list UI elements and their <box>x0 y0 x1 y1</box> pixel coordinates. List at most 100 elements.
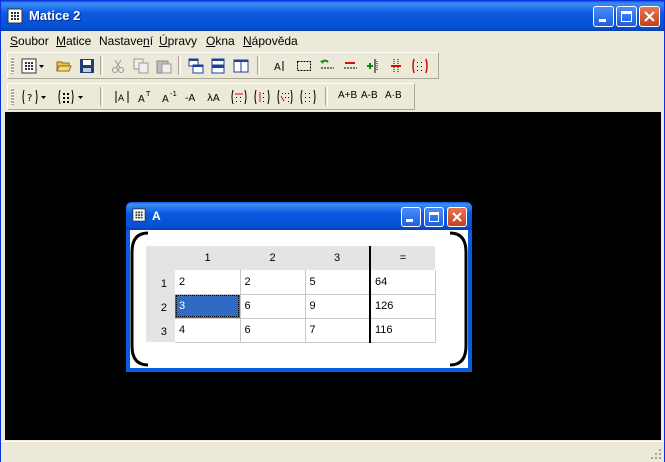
matrix-window-title-bar[interactable]: A <box>126 202 472 230</box>
rank-button[interactable] <box>297 87 317 106</box>
tile-horizontal-icon <box>211 58 225 74</box>
insert-column-button[interactable] <box>363 56 383 75</box>
determinant-button[interactable]: A <box>112 87 132 106</box>
new-matrix-icon <box>21 58 37 74</box>
column-header[interactable]: 1 <box>175 246 240 270</box>
matrix-type-dropdown-button[interactable] <box>76 87 86 106</box>
matrix-cell[interactable]: 6 <box>240 294 306 319</box>
matrix-close-button[interactable] <box>447 207 467 227</box>
inverse-button[interactable]: A -1 <box>159 87 179 106</box>
matrix-cell[interactable]: 5 <box>305 270 371 295</box>
transpose-icon: AT <box>138 90 151 105</box>
paste-icon <box>156 60 172 74</box>
close-icon <box>644 11 655 22</box>
tile-horizontal-button[interactable] <box>208 56 228 75</box>
delete-column-icon <box>391 59 401 73</box>
swap-rows-button[interactable] <box>317 56 337 75</box>
paste-button[interactable] <box>154 56 174 75</box>
gauss-elimination-button[interactable] <box>274 87 294 106</box>
dropdown-arrow-icon <box>39 65 44 68</box>
main-window: Matice 2 Soubor Matice Nastavení Úpravy … <box>0 0 665 462</box>
menu-napoveda[interactable]: Nápověda <box>243 34 298 48</box>
tile-vertical-icon <box>233 59 249 73</box>
menu-upravy[interactable]: Úpravy <box>159 34 197 48</box>
insert-column-icon <box>367 59 378 73</box>
help-dropdown-button[interactable] <box>39 87 49 106</box>
delete-column-button[interactable] <box>386 56 406 75</box>
matrix-brackets-button[interactable] <box>409 56 429 75</box>
add-matrices-button[interactable]: A+B <box>338 90 357 101</box>
help-matrix-button[interactable]: ? <box>19 87 39 106</box>
matrix-cell[interactable]: 7 <box>305 318 371 343</box>
cut-icon <box>112 59 124 73</box>
transpose-button[interactable]: AT <box>135 87 155 106</box>
row-header[interactable]: 3 <box>146 318 175 342</box>
svg-text:A: A <box>138 94 145 105</box>
cascade-windows-icon <box>188 58 204 74</box>
matrix-minimize-button[interactable] <box>401 207 421 227</box>
maximize-button[interactable] <box>616 6 637 27</box>
toolbar-grip[interactable] <box>11 88 14 105</box>
matrix-type-button[interactable] <box>55 87 75 106</box>
subtract-matrices-button[interactable]: A-B <box>361 90 378 101</box>
row-header[interactable]: 2 <box>146 294 175 318</box>
equals-column-header[interactable]: = <box>369 246 435 270</box>
inverse-icon: A -1 <box>162 90 177 105</box>
menu-nastaveni[interactable]: Nastavení <box>99 34 153 48</box>
matrix-cell[interactable]: 9 <box>305 294 371 319</box>
svg-text:T: T <box>145 90 151 98</box>
svg-text:λA: λA <box>207 93 220 104</box>
right-side-cell[interactable]: 116 <box>369 318 436 343</box>
matrix-cell[interactable]: 6 <box>240 318 306 343</box>
cut-button[interactable] <box>108 56 128 75</box>
negate-button[interactable]: -A <box>182 87 202 106</box>
toolbar-grip[interactable] <box>11 57 14 74</box>
open-folder-icon <box>56 61 72 72</box>
matrix-window-a[interactable]: A 1 2 3 = 1 2 2 5 64 2 3 6 9 126 3 4 6 7… <box>126 202 472 372</box>
menu-soubor[interactable]: Soubor <box>10 34 49 48</box>
copy-icon <box>133 58 149 74</box>
insert-text-button[interactable]: A <box>271 56 291 75</box>
title-bar[interactable]: Matice 2 <box>1 1 664 31</box>
cascade-windows-button[interactable] <box>186 56 206 75</box>
tile-vertical-button[interactable] <box>231 56 251 75</box>
column-operation-button[interactable] <box>251 87 271 106</box>
close-button[interactable] <box>639 6 660 27</box>
matrix-cell[interactable]: 4 <box>175 318 241 343</box>
swap-rows-icon <box>320 59 334 69</box>
swap-columns-icon <box>344 62 357 69</box>
toolbar-separator <box>100 56 103 75</box>
open-button[interactable] <box>54 56 74 75</box>
row-header[interactable]: 1 <box>146 270 175 294</box>
table-row: 3 4 6 7 116 <box>146 318 436 343</box>
minimize-button[interactable] <box>593 6 614 27</box>
new-matrix-button[interactable] <box>19 56 39 75</box>
question-brackets-icon: ? <box>22 89 38 105</box>
resize-grip-icon[interactable] <box>650 448 662 460</box>
row-operation-button[interactable] <box>228 87 248 106</box>
scalar-multiply-button[interactable]: λA <box>205 87 225 106</box>
matrix-editor: 1 2 3 = 1 2 2 5 64 2 3 6 9 126 3 4 6 7 1… <box>130 230 468 368</box>
column-header[interactable]: 2 <box>240 246 305 270</box>
matrix-cell[interactable]: 2 <box>240 270 306 295</box>
dropdown-arrow-icon <box>41 96 46 99</box>
menu-matice[interactable]: Matice <box>56 34 91 48</box>
right-side-cell[interactable]: 64 <box>369 270 436 295</box>
swap-columns-button[interactable] <box>340 56 360 75</box>
column-header[interactable]: 3 <box>305 246 370 270</box>
save-button[interactable] <box>77 56 97 75</box>
select-area-button[interactable] <box>294 56 314 75</box>
svg-text:-1: -1 <box>170 90 177 98</box>
save-icon <box>80 59 94 73</box>
determinant-icon: A <box>115 91 129 104</box>
copy-button[interactable] <box>131 56 151 75</box>
multiply-matrices-button[interactable]: A·B <box>385 90 402 101</box>
right-side-cell[interactable]: 126 <box>369 294 436 319</box>
matrix-maximize-button[interactable] <box>424 207 444 227</box>
matrix-cell[interactable]: 2 <box>175 270 241 295</box>
new-dropdown-button[interactable] <box>37 56 47 75</box>
toolbar-separator <box>100 87 103 106</box>
matrix-cell-selected[interactable]: 3 <box>175 294 241 319</box>
matrix-grid: 1 2 3 = 1 2 2 5 64 2 3 6 9 126 3 4 6 7 1… <box>146 246 436 343</box>
menu-okna[interactable]: Okna <box>206 34 235 48</box>
